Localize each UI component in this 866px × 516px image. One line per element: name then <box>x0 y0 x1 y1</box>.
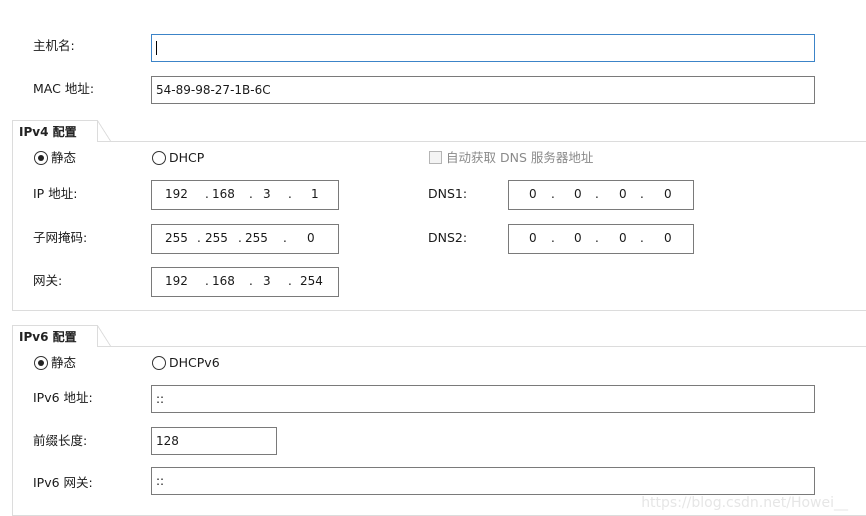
watermark: https://blog.csdn.net/Howei__ <box>641 495 848 511</box>
ip-dot: . <box>205 187 209 201</box>
ip-dot: . <box>551 187 555 201</box>
ip-dot: . <box>551 231 555 245</box>
mask-octet-3: 255 <box>245 231 268 245</box>
ip-dot: . <box>595 187 599 201</box>
gateway-label: 网关: <box>33 273 63 288</box>
ipv6-static-label: 静态 <box>51 355 77 370</box>
dns2-octet-4: 0 <box>664 231 672 245</box>
ipv6-address-value: :: <box>156 392 165 406</box>
hostname-label: 主机名: <box>33 38 75 53</box>
auto-dns-checkbox[interactable] <box>429 151 442 164</box>
dns2-label: DNS2: <box>428 230 468 245</box>
mac-label: MAC 地址: <box>33 81 95 96</box>
gw-octet-3: 3 <box>263 274 271 288</box>
ip-octet-2: 168 <box>212 187 235 201</box>
dns1-octet-1: 0 <box>529 187 537 201</box>
ipv4-group <box>12 141 866 311</box>
ipv4-dhcp-radio[interactable] <box>152 151 166 165</box>
dns1-octet-4: 0 <box>664 187 672 201</box>
dns2-octet-1: 0 <box>529 231 537 245</box>
ipv6-dhcp-radio[interactable] <box>152 356 166 370</box>
ipv6-gateway-value: :: <box>156 474 165 488</box>
subnet-mask-label: 子网掩码: <box>33 230 88 245</box>
dns1-label: DNS1: <box>428 186 468 201</box>
ip-dot: . <box>249 187 253 201</box>
gw-octet-2: 168 <box>212 274 235 288</box>
ip-dot: . <box>205 274 209 288</box>
ip-octet-1: 192 <box>165 187 188 201</box>
text-caret <box>156 41 157 55</box>
ipv6-address-input[interactable]: :: <box>151 385 815 413</box>
prefix-length-label: 前缀长度: <box>33 433 88 448</box>
ipv4-static-radio[interactable] <box>34 151 48 165</box>
ipv4-group-title: IPv4 配置 <box>12 120 111 142</box>
dns2-input[interactable]: 0 . 0 . 0 . 0 <box>508 224 694 254</box>
ip-dot: . <box>640 231 644 245</box>
ip-octet-3: 3 <box>263 187 271 201</box>
ip-address-label: IP 地址: <box>33 186 78 201</box>
mask-octet-2: 255 <box>205 231 228 245</box>
mac-value: 54-89-98-27-1B-6C <box>156 83 271 97</box>
auto-dns-label: 自动获取 DNS 服务器地址 <box>446 150 594 165</box>
ipv4-static-label: 静态 <box>51 150 77 165</box>
subnet-mask-input[interactable]: 255 . 255 . 255 . 0 <box>151 224 339 254</box>
dns2-octet-3: 0 <box>619 231 627 245</box>
mask-octet-1: 255 <box>165 231 188 245</box>
dns1-input[interactable]: 0 . 0 . 0 . 0 <box>508 180 694 210</box>
ip-dot: . <box>595 231 599 245</box>
ipv6-dhcp-label: DHCPv6 <box>169 355 220 370</box>
gateway-input[interactable]: 192 . 168 . 3 . 254 <box>151 267 339 297</box>
hostname-input[interactable] <box>151 34 815 62</box>
ipv6-static-radio[interactable] <box>34 356 48 370</box>
mask-octet-4: 0 <box>307 231 315 245</box>
dns2-octet-2: 0 <box>574 231 582 245</box>
ip-dot: . <box>640 187 644 201</box>
ip-address-input[interactable]: 192 . 168 . 3 . 1 <box>151 180 339 210</box>
dns1-octet-2: 0 <box>574 187 582 201</box>
ip-dot: . <box>238 231 242 245</box>
ip-octet-4: 1 <box>311 187 319 201</box>
ip-dot: . <box>288 187 292 201</box>
dns1-octet-3: 0 <box>619 187 627 201</box>
gw-octet-1: 192 <box>165 274 188 288</box>
ipv4-dhcp-label: DHCP <box>169 150 205 165</box>
ip-dot: . <box>283 231 287 245</box>
ipv6-gateway-input[interactable]: :: <box>151 467 815 495</box>
ip-dot: . <box>288 274 292 288</box>
mac-address-field[interactable]: 54-89-98-27-1B-6C <box>151 76 815 104</box>
ip-dot: . <box>249 274 253 288</box>
ipv6-gateway-label: IPv6 网关: <box>33 475 93 490</box>
ip-dot: . <box>197 231 201 245</box>
ipv6-address-label: IPv6 地址: <box>33 390 93 405</box>
gw-octet-4: 254 <box>300 274 323 288</box>
prefix-length-value: 128 <box>156 434 179 448</box>
ipv6-group-title: IPv6 配置 <box>12 325 111 347</box>
prefix-length-input[interactable]: 128 <box>151 427 277 455</box>
